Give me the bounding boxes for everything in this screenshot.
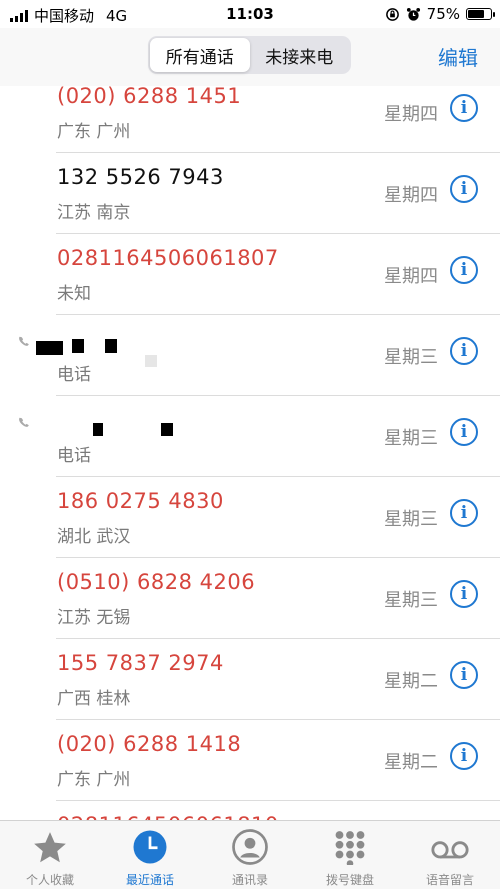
tab-favorites[interactable]: 个人收藏	[0, 821, 100, 889]
tab-keypad[interactable]: 拨号键盘	[300, 821, 400, 889]
call-number: 132 5526 7943	[57, 165, 224, 189]
call-day: 星期二	[384, 752, 438, 773]
call-row[interactable]: 028116450606180​7 未知 星期四 i	[0, 234, 500, 315]
segmented-control: 所有通话 未接来电	[148, 36, 351, 74]
call-day: 星期四	[384, 266, 438, 287]
call-location: 广东 广州	[57, 770, 131, 790]
info-button[interactable]: i	[450, 94, 478, 122]
call-day: 星期三	[384, 347, 438, 368]
call-location: 电话	[57, 446, 91, 466]
call-number: (0510) 6828 4206	[57, 570, 256, 594]
tab-recents[interactable]: 最近通话	[100, 821, 200, 889]
voicemail-icon	[431, 841, 469, 859]
battery-percent: 75%	[426, 5, 460, 23]
recent-calls-list[interactable]: (020) 6288 1451 广东 广州 星期四 i 132 5526 7943 江苏 …	[0, 86, 500, 820]
rotation-lock-icon	[385, 7, 399, 21]
call-day: 星期三	[384, 509, 438, 530]
redaction-block	[105, 339, 117, 353]
redaction-block	[145, 355, 157, 367]
call-row[interactable]: 电话 星期三 i	[0, 396, 500, 477]
call-number: 028116450606180​7	[57, 246, 279, 270]
info-button[interactable]: i	[450, 175, 478, 203]
redaction-block	[93, 423, 103, 436]
call-number: 155 7837 2974	[57, 651, 224, 675]
call-number: (020) 6288 1418	[57, 732, 242, 756]
outgoing-call-icon	[19, 336, 29, 346]
battery-icon	[466, 8, 495, 20]
segment-missed-calls[interactable]: 未接来电	[250, 38, 350, 72]
status-bar: 中国移动 4G 11:03 75%	[0, 0, 500, 28]
call-day: 星期三	[384, 590, 438, 611]
contact-icon	[232, 829, 268, 865]
redaction-block	[161, 423, 173, 436]
tab-contacts[interactable]: 通讯录	[200, 821, 300, 889]
call-day: 星期四	[384, 104, 438, 125]
call-rows: (020) 6288 1451 广东 广州 星期四 i 132 5526 7943 江苏 …	[0, 86, 500, 820]
tab-label: 通讯录	[231, 873, 268, 887]
nav-bar: 所有通话 未接来电 编辑	[0, 28, 500, 86]
call-day: 星期二	[384, 671, 438, 692]
call-day: 星期三	[384, 428, 438, 449]
call-row[interactable]: 155 7837 2974 广西 桂林 星期二 i	[0, 639, 500, 720]
call-row[interactable]: (020) 6288 1451 广东 广州 星期四 i	[0, 86, 500, 153]
call-location: 广东 广州	[57, 122, 131, 142]
tab-label: 最近通话	[125, 873, 174, 887]
call-location: 广西 桂林	[57, 689, 131, 709]
call-row[interactable]: (0510) 6828 4206 江苏 无锡 星期三 i	[0, 558, 500, 639]
info-button[interactable]: i	[450, 742, 478, 770]
star-icon	[34, 832, 66, 863]
outgoing-call-icon	[19, 417, 29, 427]
info-button[interactable]: i	[450, 256, 478, 284]
tab-bar: 个人收藏 最近通话 通讯录 拨号键盘 语音留言	[0, 820, 500, 889]
call-row[interactable]: 186 0275 4830 湖北 武汉 星期三 i	[0, 477, 500, 558]
clock-icon	[133, 830, 167, 864]
info-button[interactable]: i	[450, 499, 478, 527]
call-day: 星期四	[384, 185, 438, 206]
call-row[interactable]: 0281164506061810i	[0, 801, 500, 820]
call-row[interactable]: 132 5526 7943 江苏 南京 星期四 i	[0, 153, 500, 234]
info-button[interactable]: i	[450, 418, 478, 446]
call-number: 0281164506061810	[57, 813, 279, 820]
call-location: 电话	[57, 365, 91, 385]
call-location: 湖北 武汉	[57, 527, 131, 547]
segment-all-calls[interactable]: 所有通话	[150, 38, 250, 72]
call-number: 186 0275 4830	[57, 489, 224, 513]
info-button[interactable]: i	[450, 580, 478, 608]
call-number: (020) 6288 1451	[57, 86, 242, 108]
keypad-icon	[335, 831, 365, 865]
call-location: 未知	[57, 284, 91, 304]
tab-label: 拨号键盘	[325, 873, 374, 887]
status-right: 75%	[385, 5, 495, 23]
call-location: 江苏 南京	[57, 203, 131, 223]
call-row[interactable]: 电话 星期三 i	[0, 315, 500, 396]
call-location: 江苏 无锡	[57, 608, 131, 628]
edit-button[interactable]: 编辑	[438, 42, 478, 71]
call-row[interactable]: (020) 6288 1418 广东 广州 星期二 i	[0, 720, 500, 801]
redaction-block	[72, 339, 84, 353]
info-button[interactable]: i	[450, 337, 478, 365]
alarm-icon	[406, 7, 420, 21]
tab-label: 个人收藏	[25, 873, 74, 887]
redaction-block	[36, 341, 63, 355]
tab-voicemail[interactable]: 语音留言	[400, 821, 500, 889]
tab-label: 语音留言	[425, 873, 474, 887]
info-button[interactable]: i	[450, 661, 478, 689]
